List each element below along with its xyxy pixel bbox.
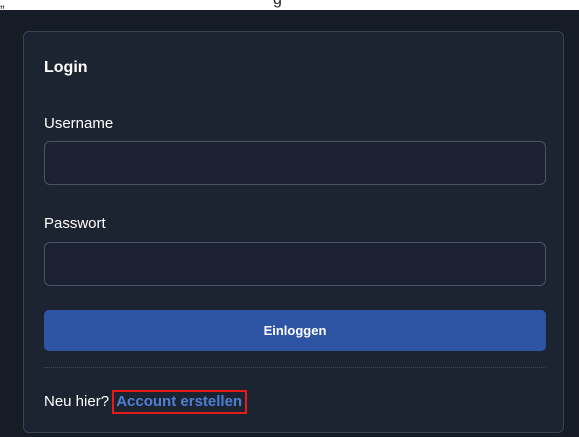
password-input[interactable]: [44, 242, 546, 286]
divider: [44, 367, 546, 368]
login-card: Login Username Passwort Einloggen Neu hi…: [23, 31, 564, 433]
login-button[interactable]: Einloggen: [44, 310, 546, 351]
password-label: Passwort: [44, 215, 106, 232]
create-account-link[interactable]: Account erstellen: [112, 390, 248, 414]
login-title: Login: [44, 59, 88, 76]
top-text-fragment: „ g: [0, 0, 579, 10]
username-input[interactable]: [44, 141, 546, 185]
signup-prompt: Neu hier?: [44, 393, 110, 410]
quote-glyph: „: [0, 0, 5, 10]
signup-row: Neu hier? Account erstellen: [44, 390, 248, 414]
username-label: Username: [44, 115, 114, 132]
clipped-glyph: g: [273, 0, 282, 9]
